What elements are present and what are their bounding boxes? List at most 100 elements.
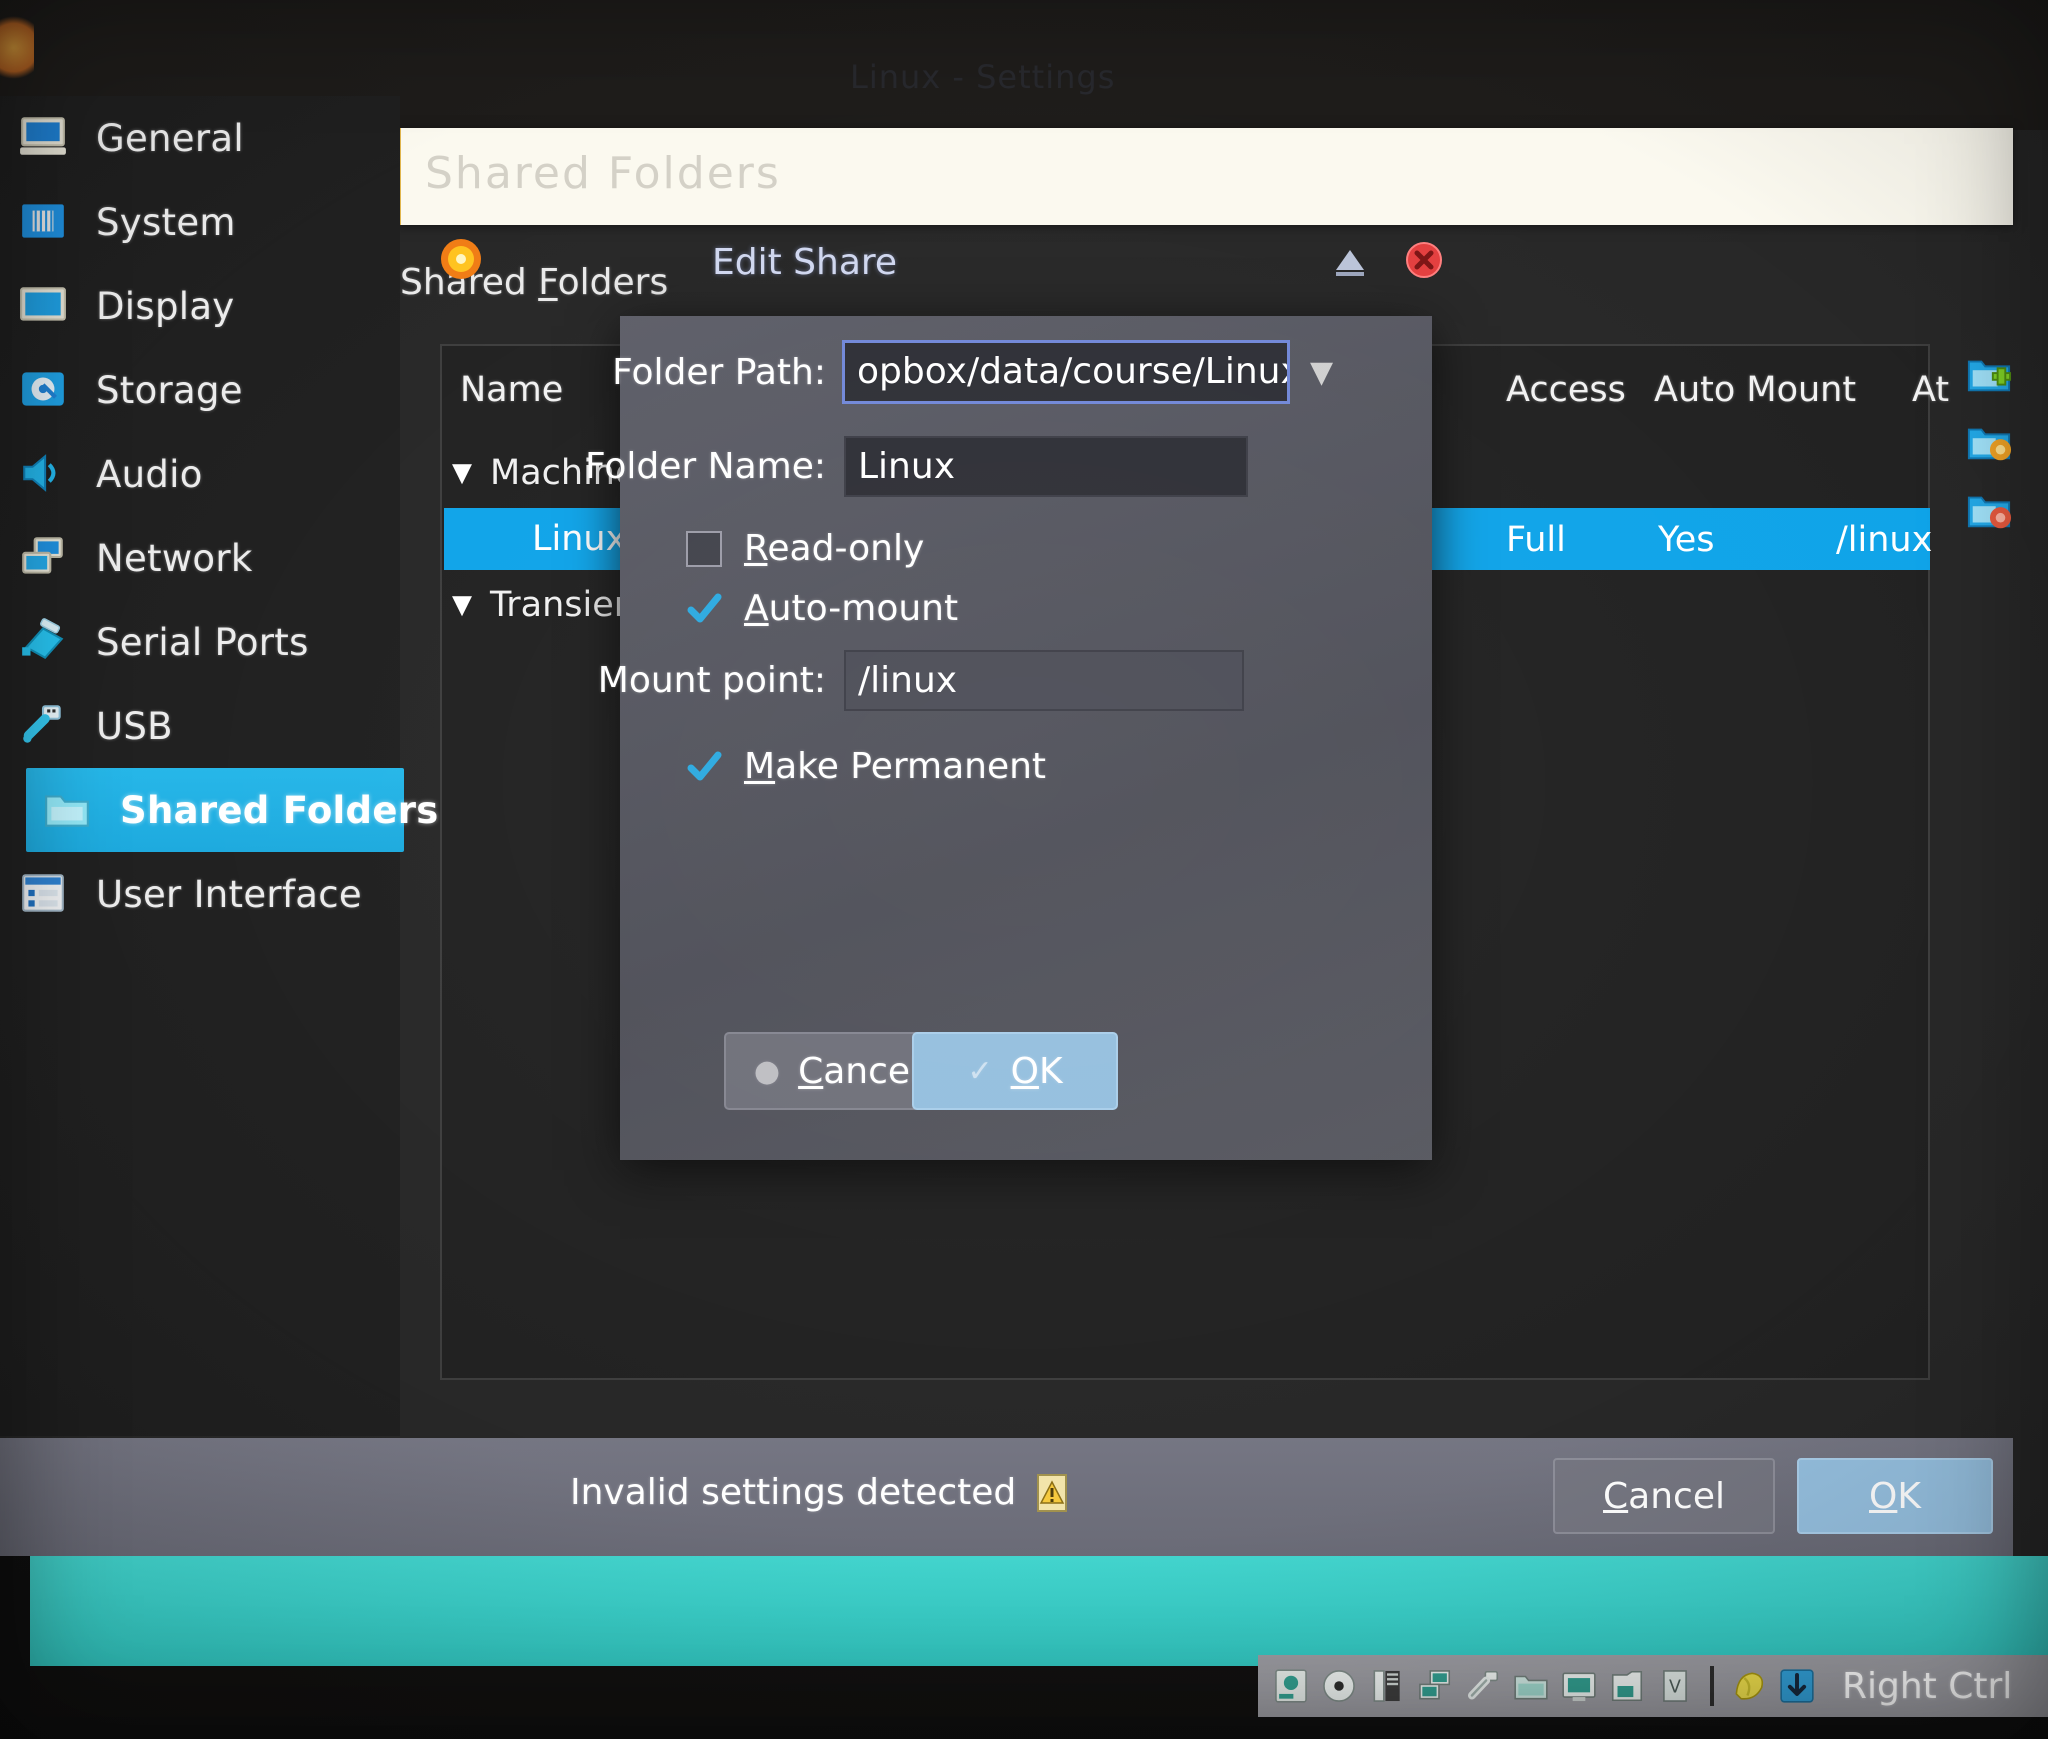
settings-cancel-button[interactable]: Cancel — [1553, 1458, 1775, 1534]
read-only-label: Read-only — [744, 528, 925, 569]
video-capture-icon[interactable]: V — [1656, 1667, 1694, 1705]
network-icon — [16, 532, 74, 584]
auto-mount-label: Auto-mount — [744, 588, 959, 629]
remove-shared-folder-button[interactable] — [1966, 488, 2012, 534]
sidebar-item-audio[interactable]: Audio — [0, 432, 400, 516]
edit-share-dialog: Edit Share Folder Path: opbox/data/cours… — [441, 239, 1442, 1160]
remove-folder-icon — [1966, 496, 2012, 538]
folder-path-input[interactable]: opbox/data/course/Linux — [842, 340, 1290, 404]
sidebar-list: General System Display Storage Audio Network S… — [0, 96, 438, 936]
sidebar-item-general[interactable]: General — [0, 96, 400, 180]
maximize-icon[interactable] — [1330, 244, 1370, 280]
ok-check-icon: ✓ — [967, 1053, 993, 1089]
shared-folders-toolbar — [1966, 352, 2012, 534]
read-only-row[interactable]: Read-only — [686, 528, 924, 569]
row-name: Linux — [532, 519, 627, 559]
chip-icon — [16, 196, 74, 248]
settings-ok-label: OK — [1869, 1475, 1921, 1517]
section-label-accel: F — [538, 262, 558, 303]
folder-name-row: Folder Name: Linux — [492, 436, 1248, 497]
window-title: Linux - Settings — [850, 58, 1116, 96]
page-banner: Shared Folders — [396, 128, 2013, 225]
warning-icon — [1034, 1473, 1070, 1513]
settings-ok-button[interactable]: OK — [1797, 1458, 1993, 1534]
host-key-label: Right Ctrl — [1842, 1665, 2013, 1707]
add-folder-icon — [1966, 360, 2012, 402]
sidebar-item-label: USB — [96, 704, 173, 748]
validation-text: Invalid settings detected — [570, 1472, 1017, 1513]
guest-desktop-strip — [30, 1556, 2048, 1666]
network-icon[interactable] — [1416, 1667, 1454, 1705]
folder-path-label: Folder Path: — [612, 351, 826, 393]
sidebar-item-network[interactable]: Network — [0, 516, 400, 600]
virtualbox-settings-window: Linux - Settings Shared Folders General S… — [0, 0, 2048, 1556]
folder-path-dropdown-icon[interactable]: ▼ — [1310, 355, 1333, 390]
settings-sidebar: General System Display Storage Audio Network S… — [0, 96, 438, 1436]
section-label-post: olders — [557, 262, 669, 303]
mount-point-row: Mount point: /linux — [500, 650, 1244, 711]
harddisk-icon[interactable] — [1272, 1667, 1310, 1705]
read-only-checkbox[interactable] — [686, 530, 722, 567]
cell-auto-mount: Yes — [1658, 520, 1715, 560]
dialog-title: Edit Share — [712, 242, 898, 283]
column-header-at[interactable]: At — [1912, 370, 1949, 410]
shared-folder-icon — [40, 784, 98, 836]
sidebar-item-display[interactable]: Display — [0, 264, 400, 348]
dialog-ok-button[interactable]: ✓ OK — [912, 1032, 1118, 1110]
cancel-glyph-icon: ● — [753, 1053, 781, 1089]
auto-mount-row[interactable]: Auto-mount — [686, 588, 958, 629]
shared-folder-icon[interactable] — [1512, 1667, 1550, 1705]
mount-point-input[interactable]: /linux — [844, 650, 1244, 711]
app-logo-icon — [0, 16, 34, 86]
sidebar-item-label: Audio — [96, 452, 203, 496]
cell-access: Full — [1506, 520, 1566, 560]
usb-icon[interactable] — [1464, 1667, 1502, 1705]
sidebar-item-label: Serial Ports — [96, 620, 309, 664]
folder-name-label: Folder Name: — [584, 446, 826, 487]
status-bar-separator — [1710, 1666, 1714, 1706]
column-header-auto-mount[interactable]: Auto Mount — [1654, 370, 1856, 410]
dialog-cancel-label: Cancel — [798, 1050, 921, 1092]
make-permanent-checkbox[interactable] — [686, 749, 722, 785]
cell-at: /linux — [1836, 520, 1933, 560]
chevron-down-icon[interactable]: ▼ — [444, 458, 480, 488]
mount-point-label: Mount point: — [597, 660, 826, 701]
validation-message: Invalid settings detected — [570, 1472, 1070, 1513]
edit-shared-folder-button[interactable] — [1966, 420, 2012, 466]
dialog-ok-label: OK — [1010, 1050, 1063, 1092]
sidebar-item-label: User Interface — [96, 872, 362, 916]
sidebar-item-system[interactable]: System — [0, 180, 400, 264]
sidebar-item-user-interface[interactable]: User Interface — [0, 852, 400, 936]
dialog-app-icon — [438, 236, 484, 282]
chevron-down-icon[interactable]: ▼ — [444, 590, 480, 620]
close-icon[interactable] — [1400, 236, 1448, 284]
make-permanent-label: Make Permanent — [744, 746, 1047, 787]
keyboard-icon[interactable] — [1778, 1667, 1816, 1705]
sidebar-item-storage[interactable]: Storage — [0, 348, 400, 432]
make-permanent-row[interactable]: Make Permanent — [686, 746, 1046, 787]
settings-cancel-label: Cancel — [1603, 1475, 1725, 1517]
display-icon[interactable] — [1560, 1667, 1598, 1705]
sidebar-item-serial-ports[interactable]: Serial Ports — [0, 600, 400, 684]
serial-port-icon — [16, 616, 74, 668]
recording-icon[interactable] — [1608, 1667, 1646, 1705]
screen-bottom-bezel — [0, 1717, 2048, 1739]
display-icon — [16, 280, 74, 332]
sidebar-item-usb[interactable]: USB — [0, 684, 400, 768]
sidebar-item-label: Network — [96, 536, 253, 580]
floppy-icon[interactable] — [1368, 1667, 1406, 1705]
monitor-icon — [16, 112, 74, 164]
sidebar-item-label: General — [96, 116, 244, 160]
add-shared-folder-button[interactable] — [1966, 352, 2012, 398]
sidebar-item-label: System — [96, 200, 236, 244]
folder-name-input[interactable]: Linux — [844, 436, 1248, 497]
settings-footer: Invalid settings detected Cancel OK — [0, 1438, 2013, 1556]
edit-folder-icon — [1966, 428, 2012, 470]
auto-mount-checkbox[interactable] — [686, 591, 722, 627]
sidebar-item-shared-folders[interactable]: Shared Folders — [26, 768, 438, 852]
sidebar-item-label: Display — [96, 284, 235, 328]
optical-disc-icon[interactable] — [1320, 1667, 1358, 1705]
column-header-access[interactable]: Access — [1506, 370, 1626, 410]
user-interface-icon — [16, 868, 74, 920]
mouse-integration-icon[interactable] — [1730, 1667, 1768, 1705]
